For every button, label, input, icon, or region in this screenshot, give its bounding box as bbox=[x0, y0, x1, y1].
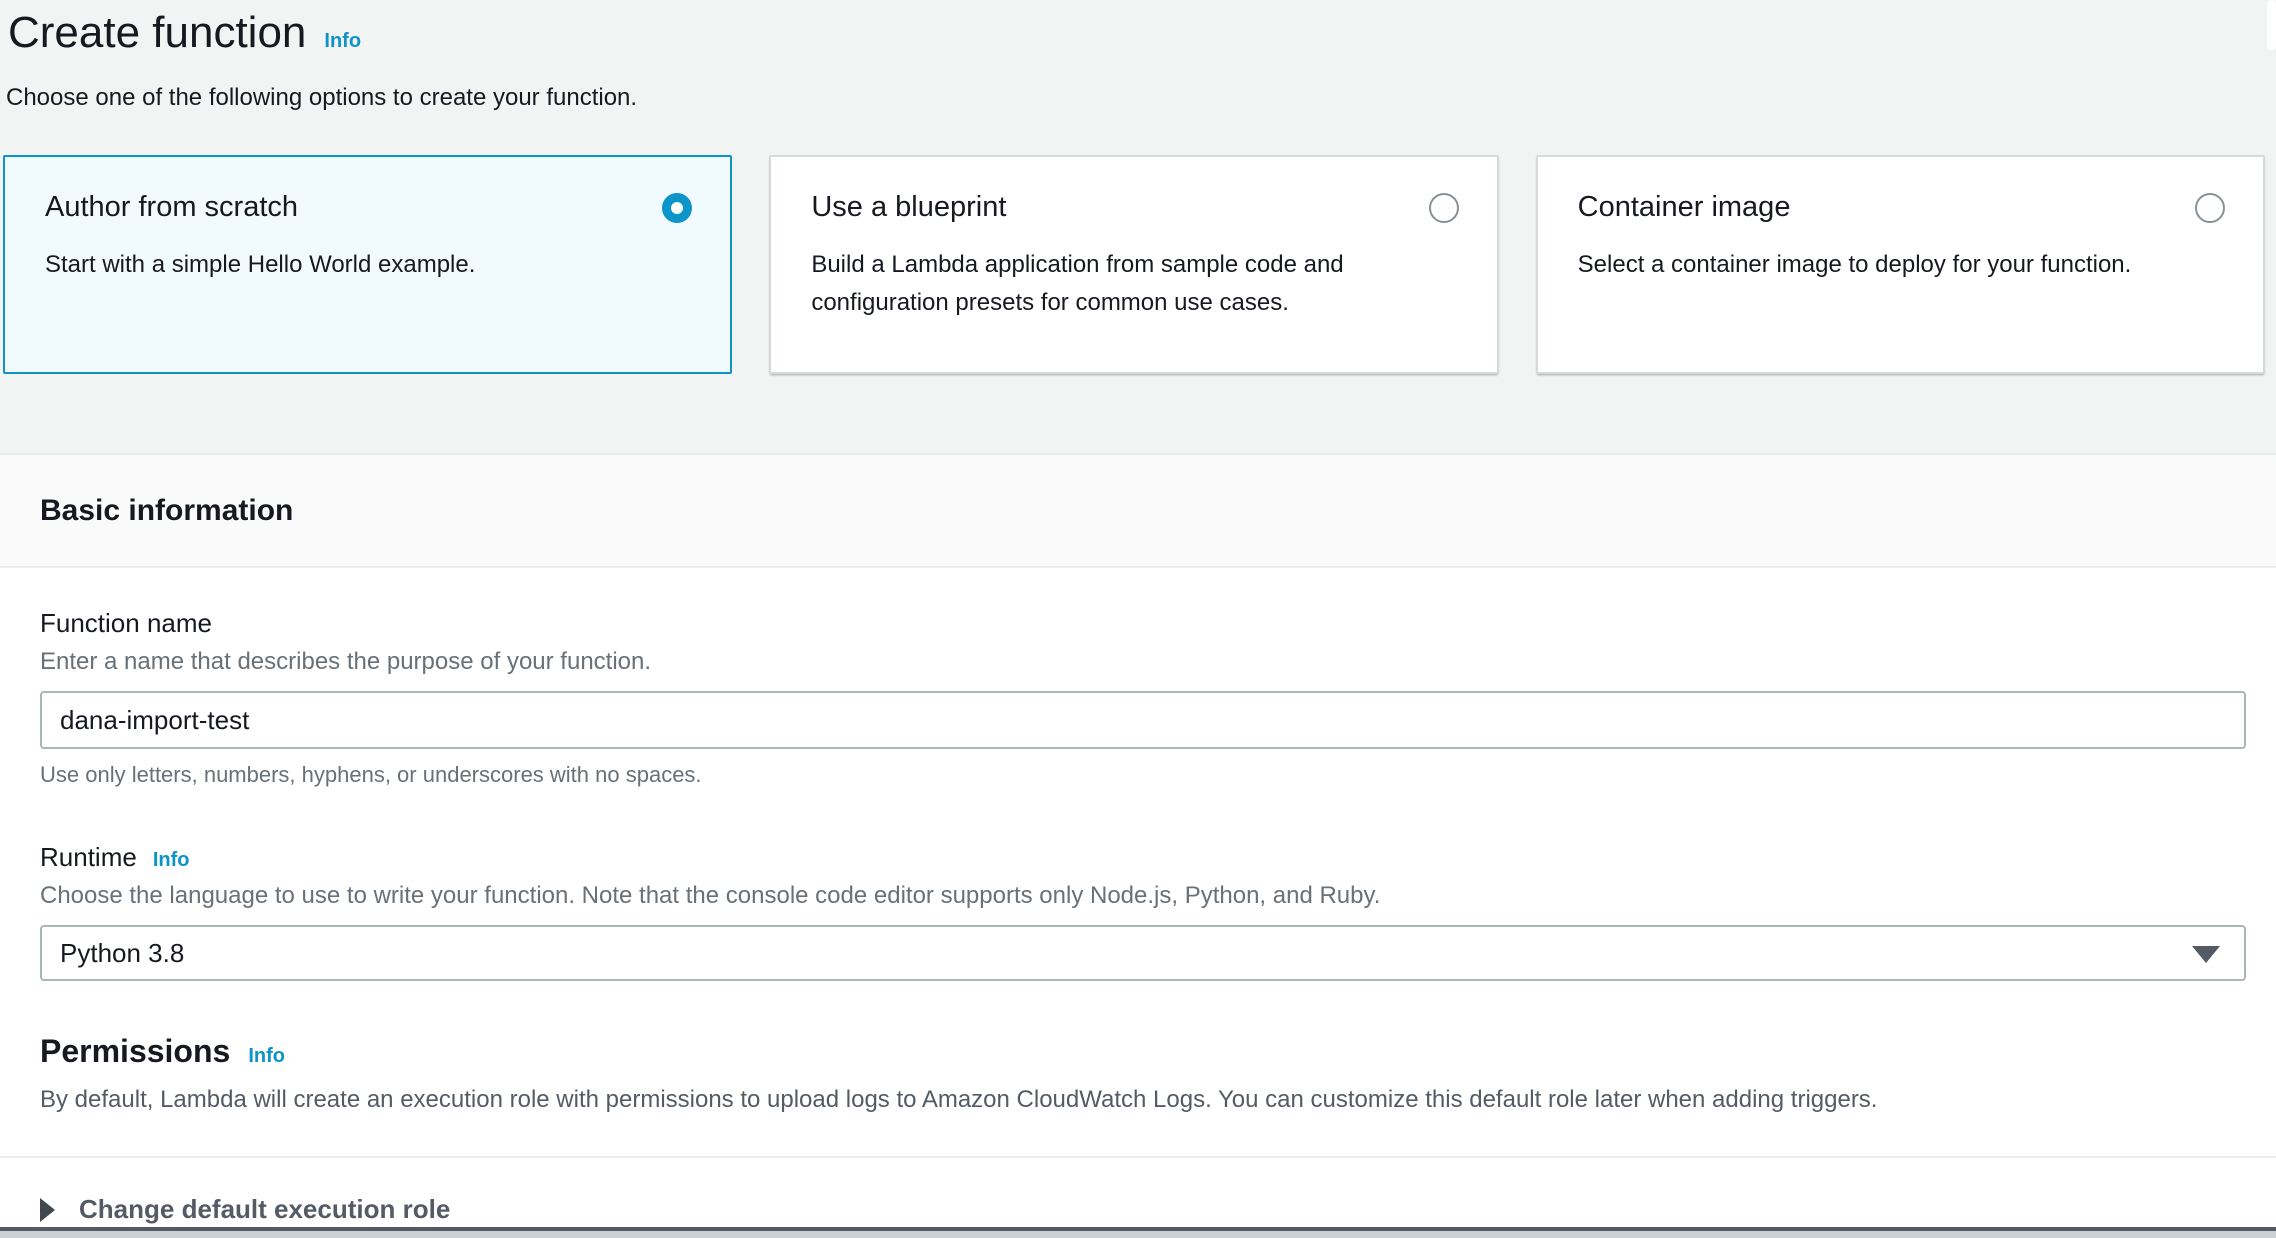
scrollbar-thumb[interactable] bbox=[2267, 0, 2276, 50]
page-title: Create function bbox=[8, 8, 306, 58]
radio-dot bbox=[671, 202, 683, 214]
radio-use-a-blueprint[interactable] bbox=[1429, 193, 1459, 223]
runtime-select[interactable]: Python 3.8 bbox=[40, 925, 2246, 981]
basic-information-body: Function name Enter a name that describe… bbox=[0, 568, 2276, 1225]
change-default-execution-role-expander[interactable]: Change default execution role bbox=[40, 1194, 2246, 1225]
basic-information-header: Basic information bbox=[0, 453, 2276, 568]
section-divider bbox=[0, 1156, 2276, 1158]
card-head: Container image bbox=[1578, 191, 2225, 224]
page-subtitle: Choose one of the following options to c… bbox=[6, 84, 2265, 112]
function-name-input[interactable] bbox=[40, 691, 2246, 749]
triangle-right-icon bbox=[40, 1198, 55, 1222]
option-card-author-from-scratch[interactable]: Author from scratch Start with a simple … bbox=[3, 155, 732, 374]
runtime-description: Choose the language to use to write your… bbox=[40, 882, 2246, 910]
runtime-selected-value: Python 3.8 bbox=[60, 938, 184, 968]
page-header: Create function Info Choose one of the f… bbox=[0, 0, 2276, 453]
basic-information-heading: Basic information bbox=[40, 494, 293, 528]
function-name-field: Function name Enter a name that describe… bbox=[40, 608, 2246, 788]
option-card-description: Select a container image to deploy for y… bbox=[1578, 246, 2225, 284]
option-card-title: Use a blueprint bbox=[811, 191, 1006, 224]
expander-label: Change default execution role bbox=[79, 1194, 450, 1225]
permissions-section: Permissions Info By default, Lambda will… bbox=[40, 1033, 2246, 1114]
permissions-info-link[interactable]: Info bbox=[248, 1045, 285, 1068]
option-card-description: Build a Lambda application from sample c… bbox=[811, 246, 1458, 322]
radio-author-from-scratch[interactable] bbox=[662, 193, 692, 223]
runtime-label: Runtime bbox=[40, 842, 137, 873]
function-name-description: Enter a name that describes the purpose … bbox=[40, 648, 2246, 676]
option-card-description: Start with a simple Hello World example. bbox=[45, 246, 692, 284]
runtime-field: Runtime Info Choose the language to use … bbox=[40, 842, 2246, 981]
card-head: Author from scratch bbox=[45, 191, 692, 224]
function-name-hint: Use only letters, numbers, hyphens, or u… bbox=[40, 762, 2246, 788]
option-card-title: Container image bbox=[1578, 191, 1791, 224]
function-name-label: Function name bbox=[40, 608, 212, 639]
permissions-heading: Permissions bbox=[40, 1033, 230, 1070]
title-row: Create function Info bbox=[8, 8, 2265, 58]
card-head: Use a blueprint bbox=[811, 191, 1458, 224]
option-card-use-a-blueprint[interactable]: Use a blueprint Build a Lambda applicati… bbox=[769, 155, 1498, 374]
creation-option-cards: Author from scratch Start with a simple … bbox=[3, 155, 2265, 374]
next-section-top-edge bbox=[0, 1227, 2276, 1238]
runtime-info-link[interactable]: Info bbox=[153, 849, 190, 872]
radio-container-image[interactable] bbox=[2195, 193, 2225, 223]
option-card-container-image[interactable]: Container image Select a container image… bbox=[1536, 155, 2265, 374]
option-card-title: Author from scratch bbox=[45, 191, 298, 224]
create-function-info-link[interactable]: Info bbox=[324, 30, 361, 53]
permissions-description: By default, Lambda will create an execut… bbox=[40, 1086, 2246, 1114]
chevron-down-icon bbox=[2192, 946, 2220, 963]
